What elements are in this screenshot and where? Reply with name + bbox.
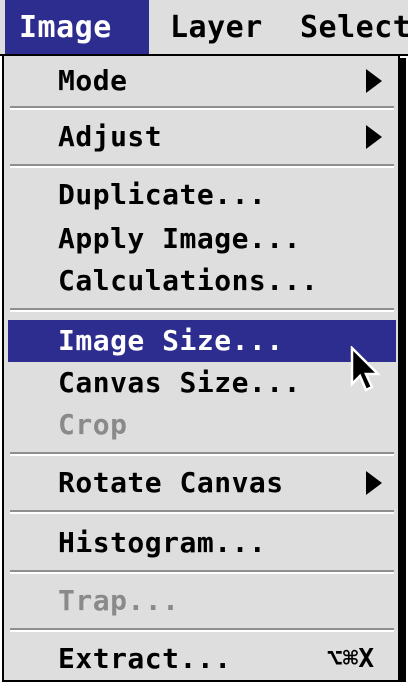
keyboard-shortcut: ⌥⌘X: [327, 644, 374, 674]
submenu-arrow-icon: [366, 125, 382, 149]
menu-item-label: Rotate Canvas: [58, 466, 284, 499]
menu-item-label: Duplicate...: [58, 178, 267, 211]
menu-separator: [10, 510, 394, 514]
submenu-arrow-icon: [366, 69, 382, 93]
submenu-arrow-icon: [366, 471, 382, 495]
menu-item-label: Histogram...: [58, 526, 267, 559]
menu-bar: Image Layer Select: [0, 0, 408, 56]
menu-item-label: Apply Image...: [58, 222, 302, 255]
image-menu-dropdown: Mode Adjust Duplicate... Apply Image... …: [2, 54, 400, 682]
menu-item-trap: Trap...: [8, 580, 396, 622]
menu-item-label: Trap...: [58, 584, 180, 617]
menu-item-adjust[interactable]: Adjust: [8, 116, 396, 158]
menu-item-rotate-canvas[interactable]: Rotate Canvas: [8, 462, 396, 504]
menu-layer[interactable]: Layer: [170, 0, 263, 54]
menu-item-label: Canvas Size...: [58, 366, 302, 399]
arrow-cursor-icon: [350, 346, 382, 392]
menu-item-label: Mode: [58, 64, 128, 97]
menu-separator: [10, 308, 394, 312]
menu-image[interactable]: Image: [5, 0, 149, 54]
menu-separator: [10, 628, 394, 632]
menu-item-calculations[interactable]: Calculations...: [8, 260, 396, 302]
menu-separator: [10, 164, 394, 168]
menu-item-crop: Crop: [8, 404, 396, 446]
menu-select[interactable]: Select: [300, 0, 408, 54]
menu-item-apply-image[interactable]: Apply Image...: [8, 218, 396, 260]
menu-item-label: Extract...: [58, 642, 232, 675]
menu-separator: [10, 570, 394, 574]
menu-separator: [10, 106, 394, 110]
menu-item-label: Adjust: [58, 120, 163, 153]
menu-item-canvas-size[interactable]: Canvas Size...: [8, 362, 396, 404]
menu-item-label: Crop: [58, 408, 128, 441]
menu-separator: [10, 452, 394, 456]
dropdown-shadow: [400, 58, 406, 682]
menu-item-image-size[interactable]: Image Size...: [8, 320, 396, 362]
menu-item-histogram[interactable]: Histogram...: [8, 522, 396, 564]
menu-item-label: Calculations...: [58, 264, 319, 297]
menu-item-extract[interactable]: Extract... ⌥⌘X: [8, 638, 396, 680]
menu-item-mode[interactable]: Mode: [8, 60, 396, 102]
menu-item-label: Image Size...: [58, 324, 284, 357]
menu-item-duplicate[interactable]: Duplicate...: [8, 174, 396, 216]
